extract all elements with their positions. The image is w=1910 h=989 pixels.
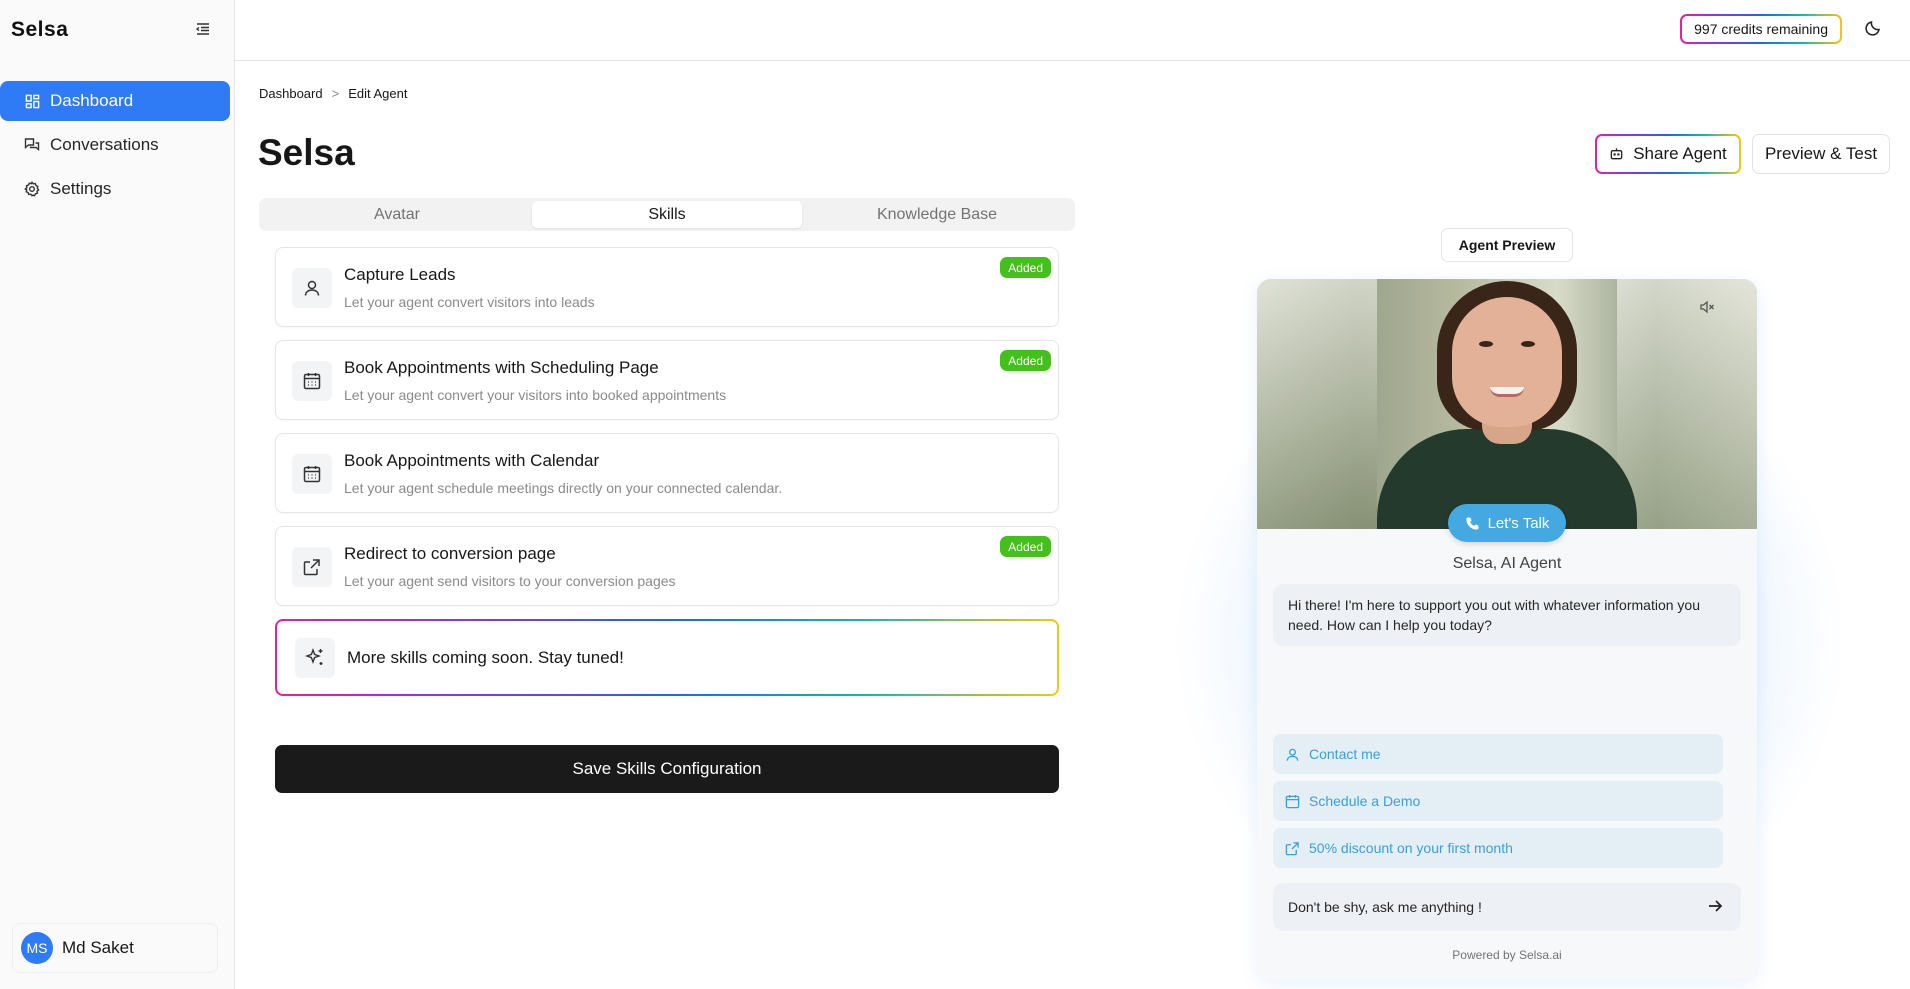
calendar-icon [1285, 794, 1300, 809]
tab-skills[interactable]: Skills [532, 201, 802, 228]
save-skills-button[interactable]: Save Skills Configuration [275, 745, 1059, 793]
skill-description: Let your agent schedule meetings directl… [344, 480, 783, 496]
calendar-icon [292, 361, 332, 401]
skill-description: Let your agent convert your visitors int… [344, 387, 727, 403]
sidebar-item-label: Settings [50, 179, 112, 198]
skill-description: Let your agent convert visitors into lea… [344, 294, 595, 310]
page-title: Selsa [258, 132, 355, 173]
external-link-icon [1285, 841, 1300, 856]
skill-card-capture-leads[interactable]: Capture Leads Let your agent convert vis… [275, 247, 1059, 327]
share-agent-label: Share Agent [1633, 144, 1727, 163]
chat-icon [23, 136, 41, 154]
dashboard-icon [23, 92, 41, 110]
share-agent-button[interactable]: Share Agent [1595, 134, 1741, 174]
phone-icon [1465, 516, 1480, 531]
tab-avatar[interactable]: Avatar [262, 201, 532, 228]
action-label: Schedule a Demo [1309, 793, 1421, 809]
agent-preview-card: Let's Talk Selsa, AI Agent Hi there! I'm… [1257, 279, 1757, 979]
mute-icon[interactable] [1699, 299, 1717, 317]
tabs: Avatar Skills Knowledge Base [259, 198, 1075, 231]
action-schedule-demo[interactable]: Schedule a Demo [1273, 781, 1723, 821]
lets-talk-label: Let's Talk [1487, 514, 1550, 532]
agent-preview-label: Agent Preview [1441, 228, 1573, 262]
tab-knowledge-base[interactable]: Knowledge Base [802, 201, 1072, 228]
skill-title: Book Appointments with Calendar [344, 451, 600, 470]
breadcrumb: Dashboard > Edit Agent [259, 86, 407, 101]
skill-card-redirect[interactable]: Redirect to conversion page Let your age… [275, 526, 1059, 606]
topbar: 997 credits remaining [235, 0, 1910, 61]
breadcrumb-dashboard[interactable]: Dashboard [259, 86, 323, 101]
skill-title: Book Appointments with Scheduling Page [344, 358, 659, 377]
preview-test-button[interactable]: Preview & Test [1752, 134, 1890, 174]
skill-card-scheduling-page[interactable]: Book Appointments with Scheduling Page L… [275, 340, 1059, 420]
coming-soon-card: More skills coming soon. Stay tuned! [275, 619, 1059, 696]
greeting-message: Hi there! I'm here to support you out wi… [1273, 584, 1741, 646]
credits-badge[interactable]: 997 credits remaining [1680, 14, 1842, 44]
user-icon [1285, 747, 1300, 762]
brand-logo: Selsa [11, 18, 69, 41]
sidebar-item-conversations[interactable]: Conversations [0, 125, 230, 165]
coming-soon-text: More skills coming soon. Stay tuned! [347, 647, 624, 667]
sidebar-item-label: Conversations [50, 135, 159, 154]
sidebar-item-label: Dashboard [50, 91, 134, 110]
breadcrumb-current: Edit Agent [348, 86, 408, 101]
agent-name: Selsa, AI Agent [1452, 555, 1562, 572]
bot-icon [1609, 146, 1625, 162]
sidebar-nav: Dashboard Conversations Settings [0, 81, 230, 213]
added-badge: Added [1000, 536, 1051, 557]
breadcrumb-separator: > [331, 86, 340, 101]
calendar-icon [292, 454, 332, 494]
chat-input-bar [1273, 883, 1741, 931]
user-icon [292, 268, 332, 308]
skill-card-calendar[interactable]: Book Appointments with Calendar Let your… [275, 433, 1059, 513]
user-menu[interactable]: MS Md Saket [12, 923, 218, 973]
skill-title: Capture Leads [344, 265, 456, 284]
skill-title: Redirect to conversion page [344, 544, 556, 563]
moon-icon[interactable] [1864, 19, 1886, 41]
chat-input[interactable] [1288, 899, 1706, 915]
added-badge: Added [1000, 257, 1051, 278]
external-link-icon [292, 547, 332, 587]
sidebar-item-settings[interactable]: Settings [0, 169, 230, 209]
sidebar: Selsa Dashboard Conversations Settings M… [0, 0, 235, 989]
user-name: Md Saket [62, 938, 134, 957]
action-discount[interactable]: 50% discount on your first month [1273, 828, 1723, 868]
gear-icon [23, 180, 41, 198]
skill-description: Let your agent send visitors to your con… [344, 573, 676, 589]
action-contact-me[interactable]: Contact me [1273, 734, 1723, 774]
lets-talk-button[interactable]: Let's Talk [1448, 504, 1566, 542]
collapse-sidebar-icon[interactable] [192, 18, 214, 40]
added-badge: Added [1000, 350, 1051, 371]
action-label: Contact me [1309, 746, 1381, 762]
agent-avatar-image [1257, 279, 1757, 529]
powered-by: Powered by Selsa.ai [1452, 948, 1562, 962]
arrow-right-icon[interactable] [1706, 897, 1726, 917]
sidebar-item-dashboard[interactable]: Dashboard [0, 81, 230, 121]
action-label: 50% discount on your first month [1309, 840, 1513, 856]
sparkles-icon [295, 637, 335, 678]
avatar: MS [21, 932, 53, 964]
